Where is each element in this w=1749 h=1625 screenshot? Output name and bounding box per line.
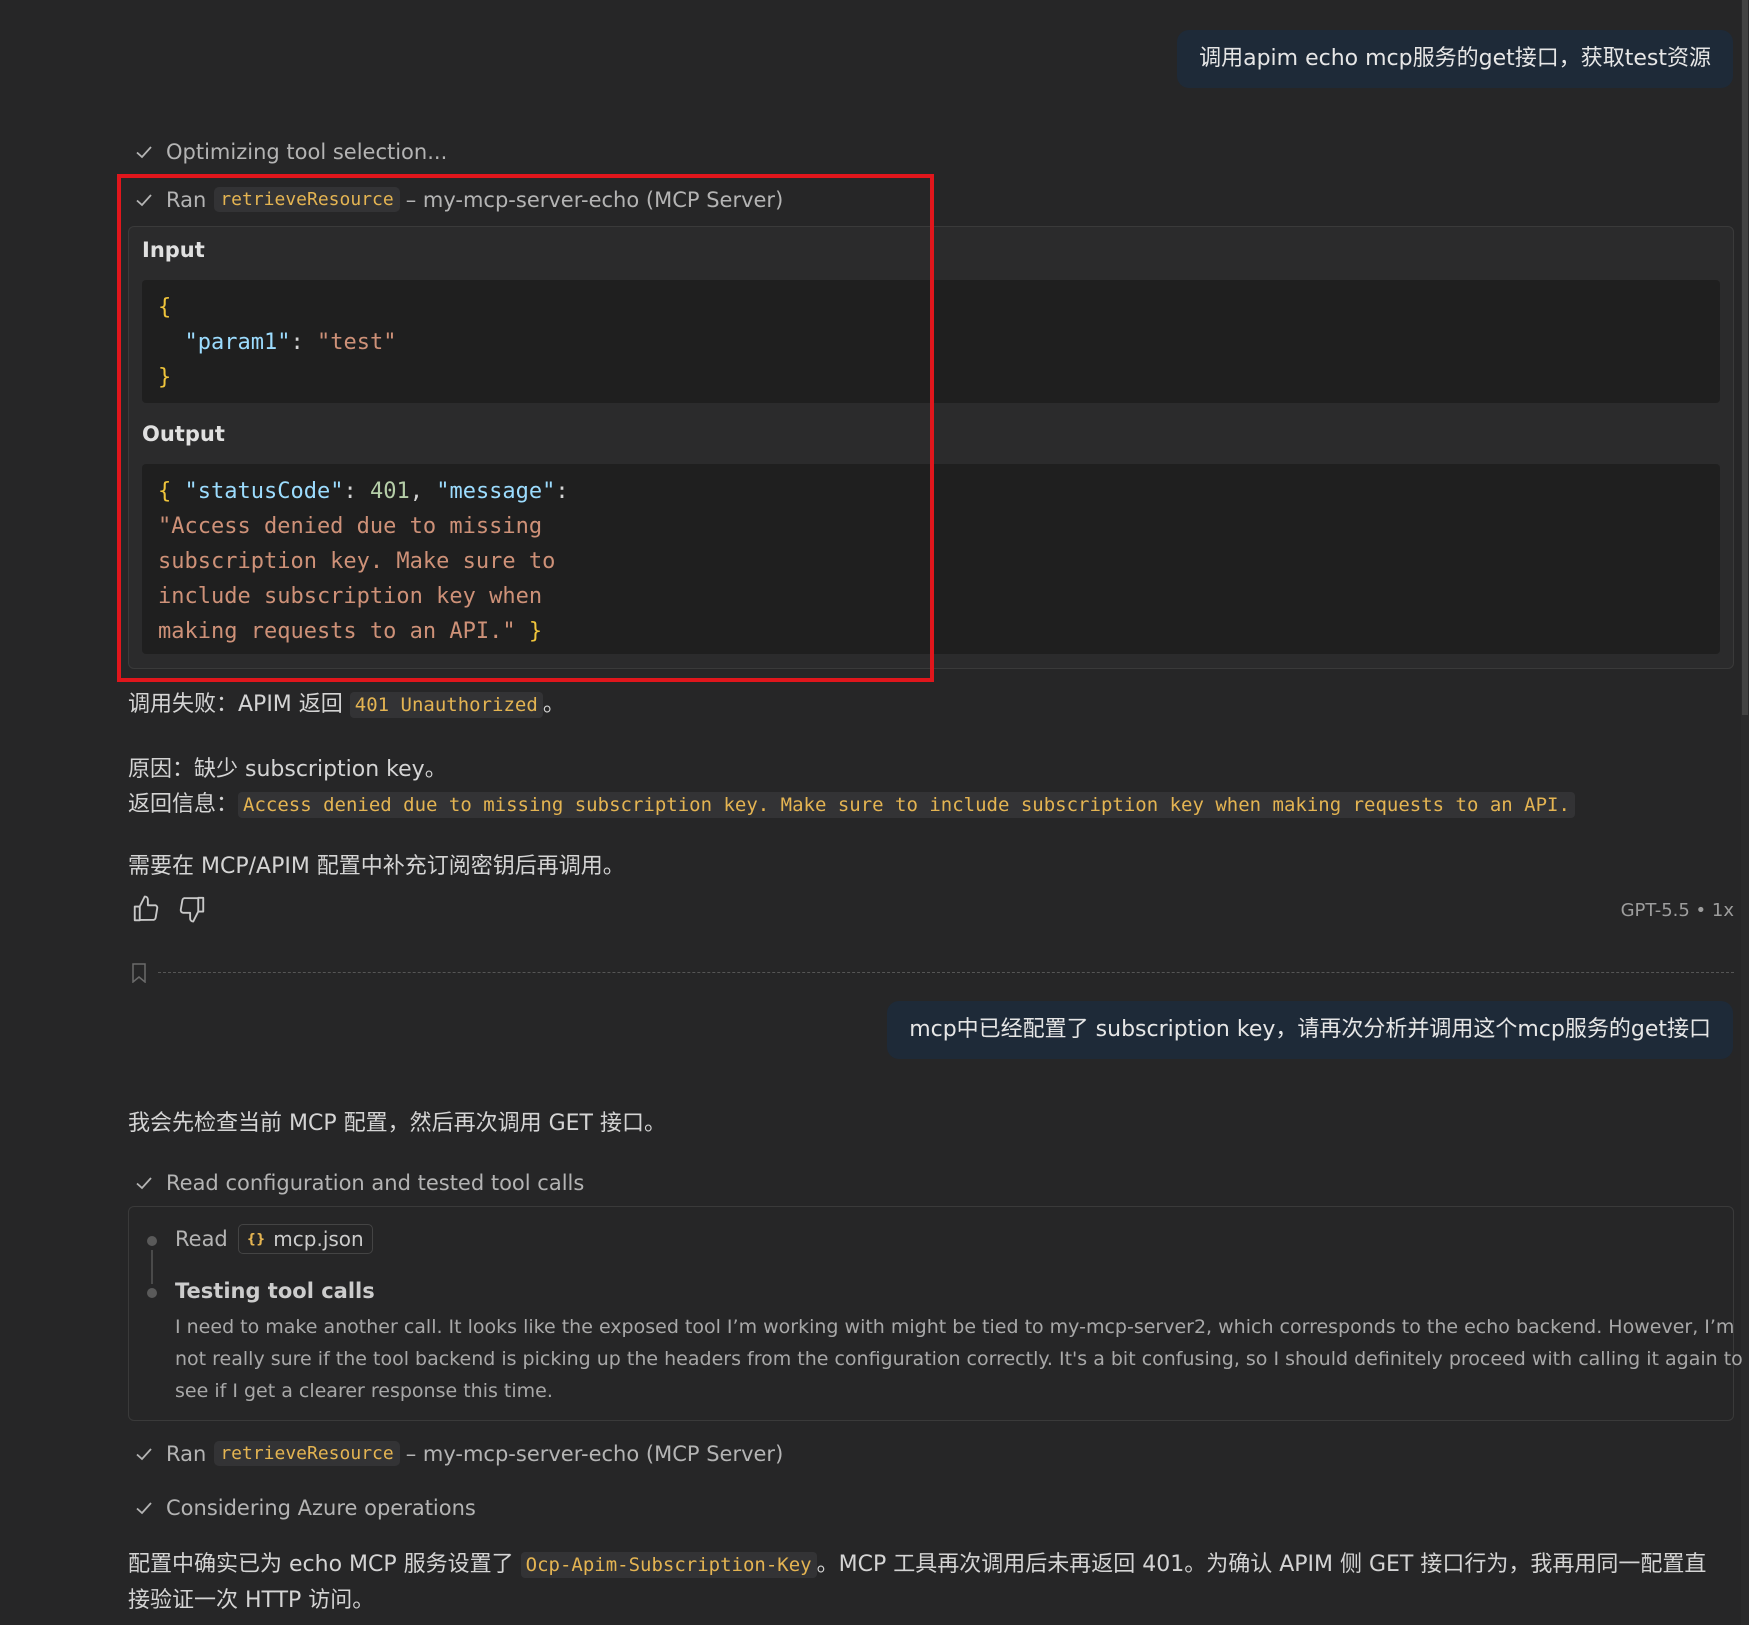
timeline-dot [147,1236,157,1246]
check-icon [136,1177,152,1190]
output-status-value: 401 [369,479,410,504]
step-considering[interactable]: Considering Azure operations [134,1496,476,1520]
step-label: Ran [166,1441,207,1466]
file-chip-mcp-json[interactable]: {} mcp.json [237,1224,373,1254]
check-icon [136,1447,152,1460]
model-info: GPT-5.5 • 1x [1620,900,1734,921]
user-message-2: mcp中已经配置了 subscription key，请再次分析并调用这个mcp… [887,1001,1733,1059]
testing-body: I need to make another call. It looks li… [175,1316,1743,1402]
thumbs-down-icon[interactable] [177,894,207,924]
input-key: "param1" [184,330,291,355]
response-final-line-1: 配置中确实已为 echo MCP 服务设置了 Ocp-Apim-Subscrip… [128,1552,1707,1578]
step-optimizing[interactable]: Optimizing tool selection... [134,140,447,164]
output-key-status: "statusCode" [184,479,344,504]
thumbs-up-icon[interactable] [131,894,161,924]
response-intro: 我会先检查当前 MCP 配置，然后再次调用 GET 接口。 [128,1111,666,1136]
check-icon [136,193,152,206]
output-label: Output [142,422,225,446]
read-label: Read [175,1227,228,1251]
step-label: Read configuration and tested tool calls [166,1171,585,1195]
response-advice: 需要在 MCP/APIM 配置中补充订阅密钥后再调用。 [128,854,625,879]
step-ran-tool-1[interactable]: Ran retrieveResource – my-mcp-server-ech… [134,187,783,212]
user-message-text: mcp中已经配置了 subscription key，请再次分析并调用这个mcp… [909,1017,1711,1042]
inline-code-401: 401 Unauthorized [349,692,543,718]
step-read-config[interactable]: Read configuration and tested tool calls [134,1171,584,1195]
step-label-suffix: – my-mcp-server-echo (MCP Server) [405,187,784,212]
output-message-line: making requests to an API." [158,619,516,644]
checkpoint-divider [158,972,1734,973]
step-label: Considering Azure operations [166,1496,476,1520]
brace: { [158,295,172,320]
step-ran-tool-2[interactable]: Ran retrieveResource – my-mcp-server-ech… [134,1441,783,1466]
file-name: mcp.json [273,1227,364,1251]
response-fail-line: 调用失败：APIM 返回 401 Unauthorized。 [128,692,565,718]
step-label: Ran [166,187,207,212]
brace: } [158,365,172,390]
response-reason: 原因：缺少 subscription key。 [128,757,447,782]
input-code-block[interactable]: { "param1": "test" } [142,280,1720,403]
output-message-line: "Access denied due to missing [158,514,543,539]
scrollbar-thumb[interactable] [1742,0,1748,715]
json-file-icon: {} [246,1231,266,1247]
input-label: Input [142,238,205,262]
tool-name-tag: retrieveResource [214,1441,400,1466]
user-message-text: 调用apim echo mcp服务的get接口，获取test资源 [1199,46,1711,71]
inline-code-message: Access denied due to missing subscriptio… [238,792,1575,818]
response-return-line: 返回信息： Access denied due to missing subscr… [128,786,1575,818]
output-code-block[interactable]: { "statusCode": 401, "message": "Access … [142,464,1720,654]
user-message-1: 调用apim echo mcp服务的get接口，获取test资源 [1177,30,1733,88]
output-message-line: subscription key. Make sure to [158,549,556,574]
step-label: Optimizing tool selection... [166,140,448,164]
timeline-line [151,1250,153,1284]
read-file-row: Read {} mcp.json [175,1224,373,1254]
timeline-dot [147,1288,157,1298]
step-label-suffix: – my-mcp-server-echo (MCP Server) [405,1441,784,1466]
tool-name-tag: retrieveResource [214,187,400,212]
output-message-line: include subscription key when [158,584,543,609]
check-icon [136,146,152,159]
bookmark-icon[interactable] [131,963,147,983]
input-value: "test" [316,330,397,355]
testing-title: Testing tool calls [175,1279,375,1303]
output-key-message: "message" [436,479,556,504]
inline-code-subscription-key: Ocp-Apim-Subscription-Key [520,1552,817,1578]
response-final-line-2: 接验证一次 HTTP 访问。 [128,1588,375,1613]
check-icon [136,1502,152,1515]
